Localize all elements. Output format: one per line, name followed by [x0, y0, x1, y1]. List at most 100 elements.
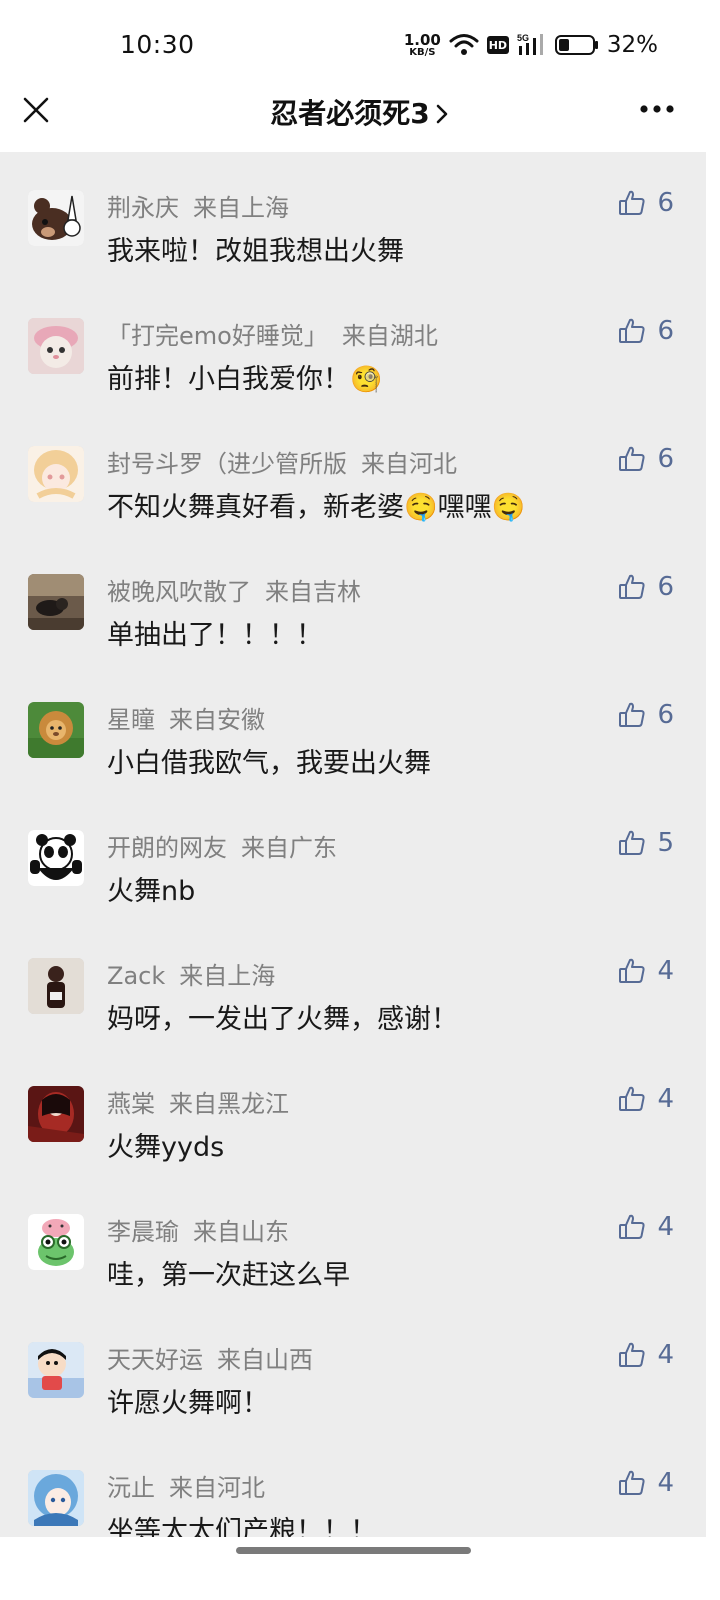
- avatar[interactable]: [28, 318, 84, 374]
- like-button[interactable]: 4: [617, 1212, 674, 1242]
- page-title[interactable]: 忍者必须死3: [0, 92, 720, 132]
- comment-text-row: 火舞yyds: [107, 1125, 224, 1164]
- comment-text: 哇，第一次赶这么早: [107, 1260, 350, 1291]
- thumbs-up-icon: [619, 1086, 646, 1111]
- like-count: 6: [657, 316, 674, 346]
- avatar[interactable]: [28, 190, 84, 246]
- comment-meta: 开朗的网友 来自广东: [107, 828, 337, 863]
- like-count: 6: [657, 444, 674, 474]
- commenter-name[interactable]: 天天好运: [107, 1346, 203, 1374]
- commenter-name[interactable]: 沅止: [107, 1474, 155, 1502]
- signal-label: 5G: [517, 33, 529, 43]
- comment-item[interactable]: Zack 来自上海妈呀，一发出了火舞，感谢！ 4: [0, 920, 706, 1048]
- comment-item[interactable]: 荆永庆 来自上海我来啦！改姐我想出火舞 6: [0, 152, 706, 280]
- comment-meta: 燕棠 来自黑龙江: [107, 1084, 289, 1119]
- commenter-location: 来自山西: [217, 1346, 313, 1374]
- comment-text-row: 前排！小白我爱你！🧐: [107, 357, 382, 396]
- like-button[interactable]: 6: [617, 572, 674, 602]
- commenter-name[interactable]: 「打完emo好睡觉」: [107, 322, 328, 350]
- comment-item[interactable]: 天天好运 来自山西许愿火舞啊！ 4: [0, 1304, 706, 1432]
- comment-text-row: 妈呀，一发出了火舞，感谢！: [107, 997, 458, 1036]
- like-button[interactable]: 6: [617, 188, 674, 218]
- comment-text-row: 不知火舞真好看，新老婆🤤嘿嘿🤤: [107, 485, 525, 524]
- thumbs-up-icon: [619, 1470, 646, 1495]
- commenter-location: 来自上海: [193, 194, 289, 222]
- comment-meta: 天天好运 来自山西: [107, 1340, 313, 1375]
- thumbs-up-icon: [619, 318, 646, 343]
- comment-text-row: 许愿火舞啊！: [107, 1381, 269, 1420]
- like-button[interactable]: 4: [617, 1084, 674, 1114]
- comment-text: 不知火舞真好看，新老婆🤤嘿嘿🤤: [107, 492, 526, 523]
- comment-meta: 沅止 来自河北: [107, 1468, 265, 1503]
- comment-text: 坐等太太们产粮！！！: [107, 1516, 377, 1537]
- commenter-name[interactable]: 李晨瑜: [107, 1218, 179, 1246]
- thumbs-up-icon: [619, 958, 646, 983]
- commenter-name[interactable]: 开朗的网友: [107, 834, 227, 862]
- comment-text-row: 哇，第一次赶这么早: [107, 1253, 350, 1292]
- comment-text: 火舞nb: [107, 876, 196, 907]
- like-count: 4: [657, 1084, 674, 1114]
- avatar[interactable]: [28, 1342, 84, 1398]
- comment-item[interactable]: 封号斗罗（进少管所版 来自河北不知火舞真好看，新老婆🤤嘿嘿🤤 6: [0, 408, 706, 536]
- like-count: 6: [657, 188, 674, 218]
- commenter-location: 来自上海: [179, 962, 276, 990]
- like-count: 6: [657, 700, 674, 730]
- like-count: 5: [657, 828, 674, 858]
- thumbs-up-icon: [619, 190, 646, 215]
- avatar[interactable]: [28, 830, 84, 886]
- comment-text-row: 单抽出了！！！！: [107, 613, 323, 652]
- comment-item[interactable]: 被晚风吹散了 来自吉林单抽出了！！！！ 6: [0, 536, 706, 664]
- comment-text: 小白借我欧气，我要出火舞: [107, 748, 431, 779]
- status-bar: 10:30 1.00 KB/S HD 5G 32%: [0, 0, 720, 90]
- page-title-text: 忍者必须死3: [270, 97, 430, 130]
- thumbs-up-icon: [619, 574, 646, 599]
- comment-meta: 被晚风吹散了 来自吉林: [107, 572, 361, 607]
- comment-meta: 荆永庆 来自上海: [107, 188, 289, 223]
- thumbs-up-icon: [619, 830, 646, 855]
- avatar[interactable]: [28, 1470, 84, 1526]
- comment-text: 前排！小白我爱你！: [107, 364, 350, 395]
- commenter-name[interactable]: Zack: [107, 962, 165, 990]
- commenter-location: 来自安徽: [169, 706, 265, 734]
- avatar[interactable]: [28, 574, 84, 630]
- comment-item[interactable]: 李晨瑜 来自山东哇，第一次赶这么早 4: [0, 1176, 706, 1304]
- like-count: 4: [657, 1212, 674, 1242]
- chevron-right-icon: [436, 104, 448, 124]
- thumbs-up-icon: [619, 1214, 646, 1239]
- like-button[interactable]: 6: [617, 444, 674, 474]
- like-count: 4: [657, 956, 674, 986]
- comment-meta: 李晨瑜 来自山东: [107, 1212, 289, 1247]
- commenter-name[interactable]: 星瞳: [107, 706, 155, 734]
- signal-icon: 5G: [517, 33, 543, 55]
- like-button[interactable]: 6: [617, 700, 674, 730]
- more-icon[interactable]: [640, 104, 674, 114]
- commenter-name[interactable]: 荆永庆: [107, 194, 179, 222]
- comment-emoji: 🧐: [350, 365, 383, 395]
- comment-item[interactable]: 燕棠 来自黑龙江火舞yyds 4: [0, 1048, 706, 1176]
- comment-item[interactable]: 星瞳 来自安徽小白借我欧气，我要出火舞 6: [0, 664, 706, 792]
- comment-text-row: 小白借我欧气，我要出火舞: [107, 741, 431, 780]
- like-count: 4: [657, 1468, 674, 1498]
- avatar[interactable]: [28, 958, 84, 1014]
- avatar[interactable]: [28, 702, 84, 758]
- avatar[interactable]: [28, 446, 84, 502]
- like-button[interactable]: 6: [617, 316, 674, 346]
- comment-list[interactable]: 荆永庆 来自上海 我来啦！改姐我想出火舞 6 「打完emo好睡觉」 来自湖北 前排！小白我爱…: [0, 152, 706, 1537]
- like-button[interactable]: 4: [617, 956, 674, 986]
- comment-text-row: 我来啦！改姐我想出火舞: [107, 229, 404, 268]
- commenter-name[interactable]: 被晚风吹散了: [107, 578, 251, 606]
- commenter-location: 来自河北: [361, 450, 457, 478]
- comment-item[interactable]: 沅止 来自河北坐等太太们产粮！！！ 4: [0, 1432, 706, 1537]
- avatar[interactable]: [28, 1214, 84, 1270]
- commenter-name[interactable]: 封号斗罗（进少管所版: [107, 450, 347, 478]
- home-indicator[interactable]: [236, 1547, 471, 1554]
- hd-icon: HD: [486, 36, 509, 54]
- like-button[interactable]: 4: [617, 1340, 674, 1370]
- commenter-name[interactable]: 燕棠: [107, 1090, 155, 1118]
- avatar[interactable]: [28, 1086, 84, 1142]
- comment-item[interactable]: 「打完emo好睡觉」 来自湖北 前排！小白我爱你！🧐 6: [0, 280, 706, 408]
- wifi-icon: [449, 34, 479, 55]
- like-button[interactable]: 4: [617, 1468, 674, 1498]
- comment-item[interactable]: 开朗的网友 来自广东火舞nb 5: [0, 792, 706, 920]
- like-button[interactable]: 5: [617, 828, 674, 858]
